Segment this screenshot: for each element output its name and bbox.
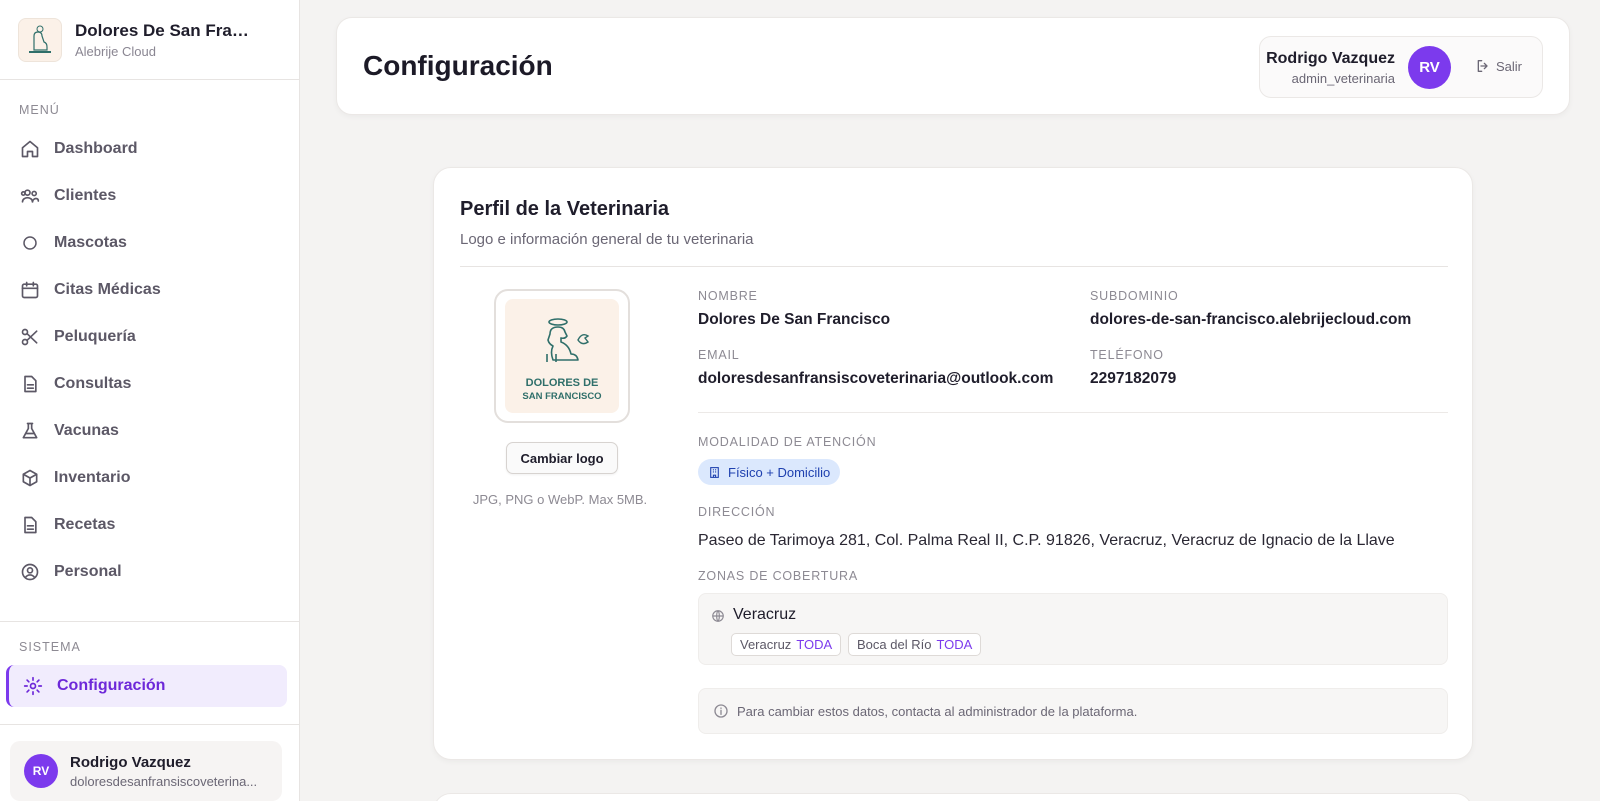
clinic-logo-text: DOLORES DE (526, 377, 599, 389)
name-value: Dolores De San Francisco (698, 311, 891, 328)
sidebar-item-label: Inventario (54, 469, 131, 486)
info-note-text: Para cambiar estos datos, contacta al ad… (737, 703, 1138, 719)
sidebar-item-label: Peluquería (54, 328, 136, 345)
sidebar-item-dashboard[interactable]: Dashboard (6, 128, 287, 170)
header-user-name: Rodrigo Vazquez (1266, 50, 1395, 67)
sidebar-item-label: Vacunas (54, 422, 119, 439)
header-user-box: Rodrigo Vazquez admin_veterinaria RV Sal… (1259, 36, 1543, 98)
sidebar-item-recetas[interactable]: Recetas (6, 504, 287, 546)
home-icon (20, 139, 40, 159)
email-label: Email (698, 348, 740, 362)
system-section-label: SISTEMA (19, 640, 81, 654)
gear-icon (23, 676, 43, 696)
sidebar-user-card[interactable]: RV Rodrigo Vazquez doloresdesanfransisco… (10, 741, 282, 801)
card-subtitle: Logo e información general de tu veterin… (460, 231, 754, 248)
user-circle-icon (20, 562, 40, 582)
info-note: Para cambiar estos datos, contacta al ad… (698, 688, 1448, 734)
modality-label: Modalidad de atención (698, 435, 877, 449)
modality-value: Físico + Domicilio (728, 464, 831, 480)
user-name: Rodrigo Vazquez (70, 753, 191, 771)
logo-hint: JPG, PNG o WebP. Max 5MB. (472, 492, 648, 507)
sidebar-item-label: Mascotas (54, 234, 127, 251)
scissors-icon (20, 327, 40, 347)
header-user-role: admin_veterinaria (1291, 71, 1395, 86)
fields-divider (698, 412, 1448, 413)
clinic-logo: DOLORES DE SAN FRANCISCO (505, 299, 619, 413)
sidebar-item-consultas[interactable]: Consultas (6, 363, 287, 405)
info-icon (714, 704, 728, 718)
sidebar: Dolores De San Fran... Alebrije Cloud ME… (0, 0, 300, 801)
subdomain-label: Subdominio (1090, 289, 1179, 303)
sidebar-item-personal[interactable]: Personal (6, 551, 287, 593)
next-card (433, 793, 1473, 801)
phone-value: 2297182079 (1090, 370, 1177, 387)
calendar-icon (20, 280, 40, 300)
logout-icon (1477, 60, 1488, 72)
coverage-state: Veracruz (733, 606, 797, 623)
users-icon (20, 186, 40, 206)
sidebar-item-peluqueria[interactable]: Peluquería (6, 316, 287, 358)
sidebar-item-label: Dashboard (54, 140, 138, 157)
chip-label: Boca del Río (857, 637, 932, 652)
sidebar-item-label: Recetas (54, 516, 116, 533)
coverage-chip: Boca del Río TODA (848, 633, 982, 656)
brand-subtitle: Alebrije Cloud (75, 43, 156, 59)
avatar[interactable]: RV (1408, 46, 1451, 89)
coverage-label: Zonas de cobertura (698, 569, 859, 583)
coverage-chip: Veracruz TODA (731, 633, 842, 656)
brand-logo (18, 17, 62, 62)
document-icon (20, 515, 40, 535)
sidebar-item-label: Configuración (57, 677, 166, 694)
address-value: Paseo de Tarimoya 281, Col. Palma Real I… (698, 532, 1395, 549)
sidebar-item-label: Personal (54, 563, 122, 580)
sidebar-divider (0, 724, 300, 725)
box-icon (20, 468, 40, 488)
user-email: doloresdesanfransiscoveterina... (70, 773, 258, 789)
chip-tag: TODA (796, 637, 833, 652)
globe-icon (712, 610, 724, 622)
menu-section-label: MENÚ (19, 103, 60, 117)
modality-badge: Físico + Domicilio (698, 459, 841, 485)
clinic-logo-text: SAN FRANCISCO (522, 391, 601, 402)
change-logo-button[interactable]: Cambiar logo (506, 442, 618, 474)
card-divider (460, 266, 1448, 267)
sidebar-item-inventario[interactable]: Inventario (6, 457, 287, 499)
page-title: Configuración (363, 50, 553, 81)
sidebar-item-vacunas[interactable]: Vacunas (6, 410, 287, 452)
email-value: doloresdesanfransiscoveterinaria@outlook… (698, 370, 1054, 387)
sidebar-item-label: Consultas (54, 375, 132, 392)
document-icon (20, 374, 40, 394)
sidebar-item-configuracion[interactable]: Configuración (6, 665, 287, 707)
brand-title: Dolores De San Fran... (75, 20, 255, 40)
sidebar-item-label: Citas Médicas (54, 281, 161, 298)
address-label: Dirección (698, 505, 776, 519)
profile-card: Perfil de la Veterinaria Logo e informac… (433, 167, 1473, 760)
circle-icon (20, 233, 40, 253)
sidebar-item-mascotas[interactable]: Mascotas (6, 222, 287, 264)
phone-label: Teléfono (1090, 348, 1164, 362)
logout-button[interactable]: Salir (1475, 58, 1522, 74)
logout-label: Salir (1495, 58, 1522, 74)
sidebar-item-clientes[interactable]: Clientes (6, 175, 287, 217)
building-icon (710, 466, 719, 478)
sidebar-item-citas-medicas[interactable]: Citas Médicas (6, 269, 287, 311)
chip-tag: TODA (936, 637, 973, 652)
top-header: Configuración Rodrigo Vazquez admin_vete… (336, 17, 1570, 115)
brand-header[interactable]: Dolores De San Fran... Alebrije Cloud (0, 0, 299, 80)
subdomain-value: dolores-de-san-francisco.alebrijecloud.c… (1090, 311, 1412, 328)
card-title: Perfil de la Veterinaria (460, 198, 669, 220)
sidebar-divider (0, 621, 300, 622)
clinic-logo-frame: DOLORES DE SAN FRANCISCO (494, 289, 630, 423)
flask-icon (20, 421, 40, 441)
sidebar-item-label: Clientes (54, 187, 117, 204)
coverage-zone-box: Veracruz Veracruz TODA Boca del Río TODA (698, 593, 1448, 665)
chip-label: Veracruz (740, 637, 792, 652)
name-label: Nombre (698, 289, 758, 303)
avatar: RV (24, 754, 58, 788)
